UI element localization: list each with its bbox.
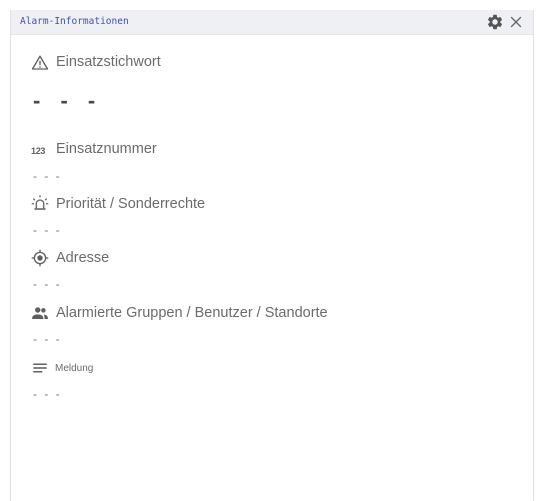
location-target-icon: [31, 249, 49, 267]
address-label: Adresse: [56, 250, 110, 266]
notes-icon: [31, 359, 49, 377]
message-value: - - -: [33, 387, 62, 401]
groups-label: Alarmierte Gruppen / Benutzer / Standort…: [56, 305, 328, 321]
number-value: - - -: [33, 169, 62, 183]
groups-value: - - -: [33, 332, 62, 346]
people-icon: [31, 304, 49, 322]
warning-icon: [31, 54, 49, 72]
keyword-value: - - -: [33, 88, 103, 113]
priority-value: - - -: [33, 223, 62, 237]
message-label: Meldung: [55, 363, 94, 374]
address-value: - - -: [33, 277, 62, 291]
priority-label: Priorität / Sonderrechte: [56, 196, 206, 212]
resize-handle[interactable]: [525, 493, 531, 501]
gear-icon[interactable]: [486, 13, 504, 31]
close-icon[interactable]: [507, 13, 525, 31]
widget-header: Alarm-Informationen: [11, 10, 533, 35]
alarm-info-widget: Alarm-Informationen Einsatzstichwort - -…: [10, 10, 534, 501]
siren-icon: [31, 194, 49, 212]
numbers-icon: 123: [31, 146, 46, 156]
widget-title: Alarm-Informationen: [20, 16, 129, 27]
keyword-label: Einsatzstichwort: [56, 54, 161, 70]
number-label: Einsatznummer: [56, 141, 157, 157]
